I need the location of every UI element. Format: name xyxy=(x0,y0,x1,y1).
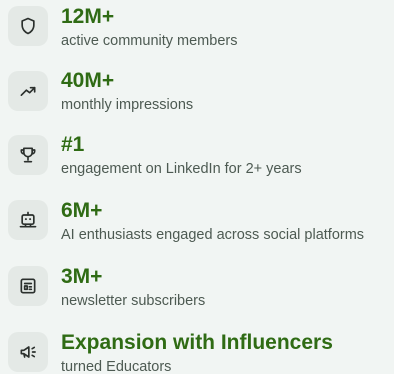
stat-value: 6M+ xyxy=(61,199,103,222)
stat-item-newsletter-subscribers: 3M+ newsletter subscribers xyxy=(0,260,394,322)
stat-value: 3M+ xyxy=(61,265,103,288)
stat-label: newsletter subscribers xyxy=(61,293,206,309)
robot-icon xyxy=(8,200,48,240)
stat-item-ai-enthusiasts: 6M+ AI enthusiasts engaged across social… xyxy=(0,194,394,256)
stat-item-influencers-educators: Expansion with Influencers turned Educat… xyxy=(0,326,394,374)
trophy-icon xyxy=(8,135,48,175)
stat-item-monthly-impressions: 40M+ monthly impressions xyxy=(0,64,394,126)
stat-label: engagement on LinkedIn for 2+ years xyxy=(61,161,302,177)
stat-item-linkedin-engagement: #1 engagement on LinkedIn for 2+ years xyxy=(0,128,394,190)
stat-value: Expansion with Influencers xyxy=(61,331,333,354)
stat-label: AI enthusiasts engaged across social pla… xyxy=(61,227,365,243)
stat-value: 40M+ xyxy=(61,69,115,92)
stat-value: #1 xyxy=(61,133,85,156)
stat-label: monthly impressions xyxy=(61,97,194,113)
stat-item-community-members: 12M+ active community members xyxy=(0,0,394,62)
stat-label: active community members xyxy=(61,33,238,49)
shield-icon xyxy=(8,6,48,46)
stat-value: 12M+ xyxy=(61,5,115,28)
trending-up-icon xyxy=(8,71,48,111)
stat-label: turned Educators xyxy=(61,359,172,374)
stats-list: 12M+ active community members 40M+ month… xyxy=(0,0,394,374)
newspaper-icon xyxy=(8,266,48,306)
megaphone-icon xyxy=(8,332,48,372)
